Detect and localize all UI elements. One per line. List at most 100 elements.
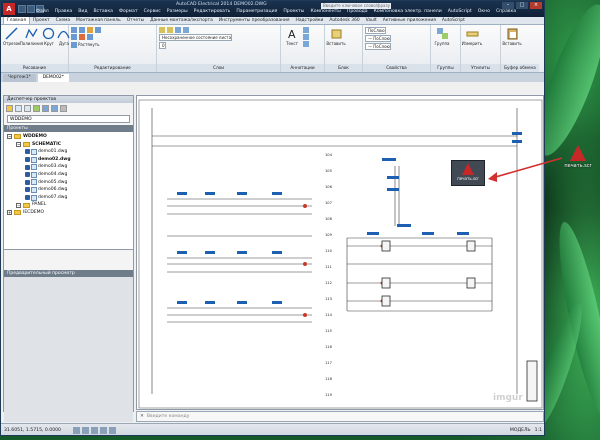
tree-node-label: demo03.dwg bbox=[38, 164, 68, 170]
drawing-canvas[interactable]: 104 105 106 107 108 109 110 111 112 113 114 115 116 1… bbox=[136, 95, 544, 410]
ribbon-tab-9[interactable]: Vault bbox=[363, 17, 380, 24]
ribbon-tab-7[interactable]: Надстройки bbox=[293, 17, 327, 24]
text-button[interactable]: A Текст bbox=[283, 27, 301, 46]
lineweight-select[interactable]: — ПоСлою bbox=[365, 43, 391, 50]
menu-item-2[interactable]: Вид bbox=[75, 8, 90, 15]
menu-item-10[interactable]: Компоненты bbox=[307, 8, 344, 15]
tree-node-label: SCHEMATIC bbox=[32, 141, 62, 147]
annotation-scale[interactable]: 1:1 bbox=[535, 428, 542, 433]
polar-icon[interactable] bbox=[100, 427, 107, 434]
ortho-icon[interactable] bbox=[91, 427, 98, 434]
menu-item-11[interactable]: Провода bbox=[344, 8, 371, 15]
color-select[interactable]: ПоСлою bbox=[365, 27, 386, 34]
print-script-tool[interactable]: печать.scr bbox=[451, 160, 485, 186]
circle-button[interactable]: Круг bbox=[42, 27, 55, 46]
ribbon-tab-10[interactable]: Активные приложения bbox=[380, 17, 439, 24]
tree-node-8[interactable]: demo07.dwg bbox=[7, 194, 130, 202]
grid-icon[interactable] bbox=[82, 427, 89, 434]
menu-item-14[interactable]: Окно bbox=[475, 8, 493, 15]
app-menu-button[interactable]: A bbox=[3, 3, 15, 15]
tree-node-9[interactable]: − PANEL bbox=[7, 201, 130, 209]
layer-state-select[interactable]: Несохраненное состояние листа bbox=[159, 34, 233, 41]
tree-node-2[interactable]: demo01.dwg bbox=[7, 148, 130, 156]
stretch-button[interactable]: Растянуть bbox=[71, 41, 99, 48]
command-input[interactable]: Введите команду bbox=[147, 414, 190, 419]
expand-toggle-icon[interactable]: − bbox=[7, 134, 12, 140]
tree-node-7[interactable]: demo06.dwg bbox=[7, 186, 130, 194]
tree-node-10[interactable]: + IECDEMO bbox=[7, 209, 130, 217]
open-project-icon[interactable] bbox=[6, 105, 13, 112]
tree-node-3[interactable]: demo02.dwg bbox=[7, 156, 130, 164]
new-icon[interactable] bbox=[18, 5, 26, 13]
snap-icon[interactable] bbox=[73, 427, 80, 434]
menu-item-4[interactable]: Формат bbox=[116, 8, 141, 15]
group-title-clipboard: Буфер обмена bbox=[501, 64, 539, 72]
menu-item-5[interactable]: Сервис bbox=[141, 8, 164, 15]
menu-item-8[interactable]: Параметризация bbox=[233, 8, 280, 15]
menu-item-0[interactable]: Файл bbox=[33, 8, 52, 15]
rung-number: 113 bbox=[325, 297, 332, 301]
project-properties-icon[interactable] bbox=[42, 105, 49, 112]
tree-node-6[interactable]: demo05.dwg bbox=[7, 179, 130, 187]
menu-item-13[interactable]: AutoScript bbox=[445, 8, 475, 15]
coordinates-readout: 31.6051, 1.5715, 0.0000 bbox=[4, 428, 61, 433]
group-title-annotation: Аннотации bbox=[281, 64, 324, 72]
doc-tab-demo02[interactable]: DEMO02* bbox=[37, 74, 69, 82]
project-select[interactable]: WDDEMO bbox=[7, 115, 130, 123]
osnap-icon[interactable] bbox=[109, 427, 116, 434]
plot-icon[interactable] bbox=[51, 105, 58, 112]
ribbon-group-clipboard: Вставить Буфер обмена bbox=[501, 25, 539, 72]
new-drawing-icon[interactable] bbox=[24, 105, 31, 112]
document-tabs: Чертеж1* DEMO02* bbox=[1, 73, 544, 82]
ribbon-tab-6[interactable]: Инструменты преобразования bbox=[216, 17, 293, 24]
tree-node-label: demo06.dwg bbox=[38, 187, 68, 193]
ribbon-tab-5[interactable]: Данные монтажа/экспорта bbox=[147, 17, 216, 24]
linetype-select[interactable]: — ПоСлою bbox=[365, 35, 391, 42]
menu-item-7[interactable]: Редактировать bbox=[191, 8, 234, 15]
ribbon-tab-4[interactable]: Отчеты bbox=[124, 17, 147, 24]
autocad-window: A AutoCAD Electrical 2014 DEMO02.DWG Вве… bbox=[0, 0, 545, 436]
line-button[interactable]: Отрезок bbox=[3, 27, 20, 46]
ribbon-tabs: Главная Проект Схема Монтажная панель Отчеты… bbox=[1, 16, 544, 25]
group-title-groups: Группы bbox=[431, 64, 460, 72]
line-icon bbox=[5, 27, 18, 40]
ribbon-tab-1[interactable]: Проект bbox=[30, 17, 53, 24]
expand-toggle-icon[interactable]: + bbox=[7, 210, 12, 216]
menu-item-9[interactable]: Проекты bbox=[280, 8, 307, 15]
menu-item-1[interactable]: Правка bbox=[52, 8, 75, 15]
tree-node-0[interactable]: − WDDEMO bbox=[7, 133, 130, 141]
new-project-icon[interactable] bbox=[15, 105, 22, 112]
menu-item-12[interactable]: Компоновка электр. панели bbox=[371, 8, 445, 15]
doc-tab-drawing1[interactable]: Чертеж1* bbox=[3, 74, 36, 82]
folder-icon bbox=[23, 202, 30, 208]
group-button[interactable]: Группа bbox=[433, 27, 451, 46]
polyline-button[interactable]: Полилиния bbox=[20, 27, 43, 46]
settings-icon[interactable] bbox=[60, 105, 67, 112]
dwg-file-icon bbox=[31, 186, 37, 193]
desktop-script-icon[interactable]: печать.scr bbox=[560, 145, 596, 169]
menu-item-6[interactable]: Размеры bbox=[164, 8, 191, 15]
ribbon-tab-3[interactable]: Монтажная панель bbox=[73, 17, 124, 24]
tree-node-4[interactable]: demo03.dwg bbox=[7, 163, 130, 171]
ribbon-group-layers: Несохраненное состояние листа 0 Слои bbox=[157, 25, 281, 72]
insert-block-button[interactable]: Вставить bbox=[326, 27, 346, 46]
menu-item-15[interactable]: Справка bbox=[493, 8, 519, 15]
rung-number: 115 bbox=[325, 329, 332, 333]
ribbon-tab-2[interactable]: Схема bbox=[53, 17, 73, 24]
ribbon-tab-8[interactable]: Autodesk 360 bbox=[326, 17, 362, 24]
current-layer-select[interactable]: 0 bbox=[159, 42, 166, 49]
tree-node-5[interactable]: demo04.dwg bbox=[7, 171, 130, 179]
command-line[interactable]: ✕ Введите команду bbox=[136, 411, 544, 422]
expand-toggle-icon[interactable]: − bbox=[16, 202, 21, 208]
ribbon-tab-0[interactable]: Главная bbox=[3, 16, 30, 24]
refresh-icon[interactable] bbox=[33, 105, 40, 112]
menu-item-3[interactable]: Вставка bbox=[91, 8, 116, 15]
paste-button[interactable]: Вставить bbox=[502, 27, 522, 46]
tree-node-1[interactable]: − SCHEMATIC bbox=[7, 141, 130, 149]
measure-button[interactable]: Измерить bbox=[462, 27, 482, 46]
tree-node-label: demo05.dwg bbox=[38, 179, 68, 185]
model-space-toggle[interactable]: МОДЕЛЬ bbox=[510, 428, 531, 433]
expand-toggle-icon[interactable]: − bbox=[16, 141, 21, 147]
ribbon-tab-11[interactable]: AutoScript bbox=[439, 17, 468, 24]
close-command-line-icon[interactable]: ✕ bbox=[140, 414, 144, 419]
